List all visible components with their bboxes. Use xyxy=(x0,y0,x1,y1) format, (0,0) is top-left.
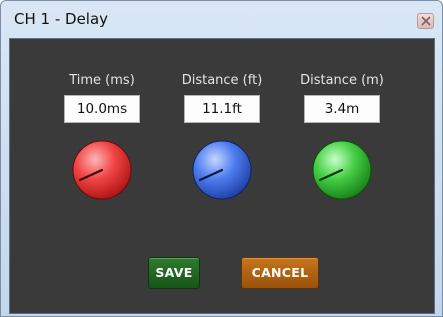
distance-m-label: Distance (m) xyxy=(300,73,384,88)
window-title: CH 1 - Delay xyxy=(14,10,109,28)
cancel-button[interactable]: CANCEL xyxy=(241,257,319,289)
distance-m-control: Distance (m) 3.4m xyxy=(282,39,402,201)
distance-m-knob[interactable] xyxy=(311,139,373,201)
distance-ft-value-field[interactable]: 11.1ft xyxy=(184,95,260,123)
save-button[interactable]: SAVE xyxy=(148,257,200,289)
close-button[interactable] xyxy=(417,13,434,29)
time-value-field[interactable]: 10.0ms xyxy=(64,95,140,123)
delay-dialog-window: CH 1 - Delay Time (ms) 10.0ms Distance (… xyxy=(0,0,443,317)
distance-m-value-field[interactable]: 3.4m xyxy=(304,95,380,123)
distance-ft-knob[interactable] xyxy=(191,139,253,201)
title-bar[interactable]: CH 1 - Delay xyxy=(1,1,442,37)
close-icon xyxy=(421,16,431,26)
distance-ft-label: Distance (ft) xyxy=(181,73,263,88)
time-control: Time (ms) 10.0ms xyxy=(42,39,162,201)
time-label: Time (ms) xyxy=(69,73,135,88)
distance-ft-control: Distance (ft) 11.1ft xyxy=(162,39,282,201)
time-knob[interactable] xyxy=(71,139,133,201)
delay-panel: Time (ms) 10.0ms Distance (ft) 11.1ft Di… xyxy=(9,38,435,314)
